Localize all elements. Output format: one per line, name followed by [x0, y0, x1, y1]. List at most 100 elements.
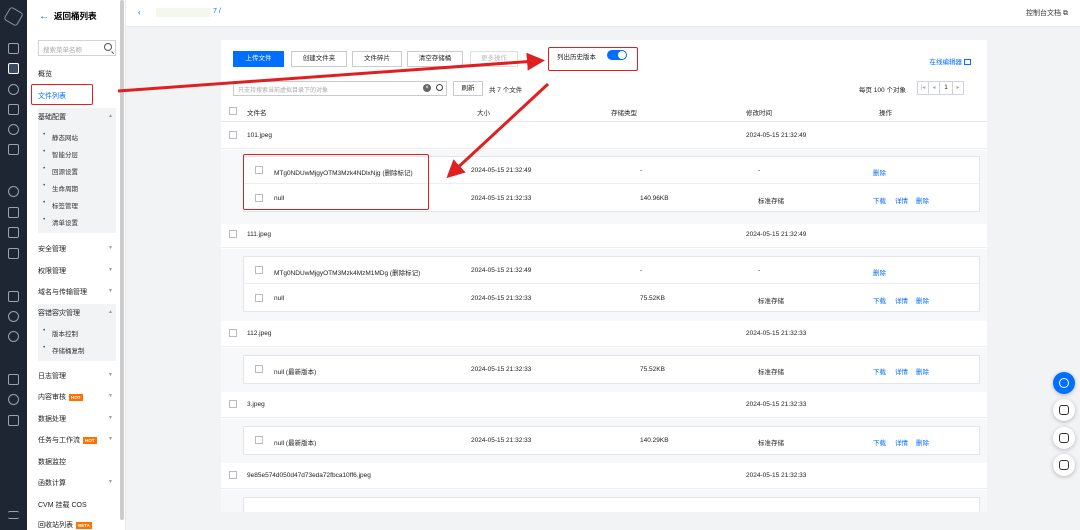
- delete-link[interactable]: 删除: [916, 437, 929, 447]
- more-actions-button[interactable]: 更多操作: [470, 51, 518, 67]
- sidebar-sub-tiering[interactable]: 智能分层: [38, 145, 116, 162]
- sidebar-sub-replication[interactable]: 存储桶复制: [38, 341, 116, 358]
- sidebar-item-cvm[interactable]: CVM 挂载 COS: [38, 500, 87, 510]
- details-link[interactable]: 详情: [895, 295, 908, 305]
- breadcrumb[interactable]: 7 /: [213, 8, 221, 15]
- row-checkbox[interactable]: [255, 436, 263, 444]
- sidebar-item-domain[interactable]: 域名与传输管理 ▼: [38, 287, 113, 297]
- details-link[interactable]: 详情: [895, 437, 908, 447]
- sidebar-item-functions[interactable]: 函数计算 ▼: [38, 478, 113, 488]
- menu-search-input[interactable]: 搜索菜单名称: [38, 40, 116, 56]
- sidebar-sub-static-site[interactable]: 静态网站: [38, 128, 116, 145]
- sidebar-item-data-monitor[interactable]: 数据监控: [38, 457, 66, 467]
- sidebar-item-overview[interactable]: 概览: [38, 69, 52, 79]
- delete-link[interactable]: 删除: [873, 167, 886, 177]
- chevron-left-icon[interactable]: ‹: [138, 8, 141, 17]
- download-link[interactable]: 下载: [873, 195, 886, 205]
- delete-link[interactable]: 删除: [873, 267, 886, 277]
- delete-link[interactable]: 删除: [916, 295, 929, 305]
- console-docs-link[interactable]: 控制台文档 ⧉: [1026, 8, 1068, 18]
- link-icon[interactable]: [8, 84, 19, 95]
- download-link[interactable]: 下载: [873, 295, 886, 305]
- sidebar-item-disaster[interactable]: 容错容灾管理 ▲: [38, 308, 113, 318]
- chevron-down-icon: ▼: [108, 245, 113, 251]
- shield-icon[interactable]: [8, 394, 19, 405]
- row-checkbox[interactable]: [255, 266, 263, 274]
- row-checkbox[interactable]: [255, 294, 263, 302]
- settings-icon[interactable]: [8, 415, 19, 426]
- sidebar-scrollbar[interactable]: [120, 0, 124, 520]
- page-number[interactable]: 1: [939, 81, 953, 95]
- globe-icon[interactable]: [8, 186, 19, 197]
- file-name[interactable]: 9e85e574d050d47d73eda72fbca10ff6.jpeg: [247, 472, 371, 479]
- clear-bucket-button[interactable]: 清空存储桶: [407, 51, 463, 67]
- next-page-button[interactable]: ▸: [952, 81, 964, 95]
- search-icon[interactable]: [436, 84, 443, 91]
- download-link[interactable]: 下载: [873, 366, 886, 376]
- sidebar-sub-inventory[interactable]: 清单设置: [38, 213, 116, 230]
- logo-icon[interactable]: [3, 6, 24, 27]
- clock-icon[interactable]: [8, 331, 19, 342]
- table-icon[interactable]: [8, 144, 19, 155]
- list-icon[interactable]: [8, 374, 19, 385]
- sidebar-item-permission[interactable]: 权限管理 ▼: [38, 266, 113, 276]
- search-icon[interactable]: [8, 311, 19, 322]
- doc-icon[interactable]: [8, 227, 19, 238]
- file-name[interactable]: 112.jpeg: [247, 330, 271, 337]
- details-link[interactable]: 详情: [895, 366, 908, 376]
- breadcrumb-bucket[interactable]: [156, 8, 211, 17]
- sidebar-sub-origin[interactable]: 回源设置: [38, 162, 116, 179]
- sidebar-sub-lifecycle[interactable]: 生命周期: [38, 179, 116, 196]
- menu-button[interactable]: [1053, 454, 1075, 476]
- sidebar-item-recycle[interactable]: 回收站列表 BETA: [38, 520, 92, 530]
- object-search-input[interactable]: 只支持搜索当前虚拟目录下的对象 ×: [233, 81, 447, 96]
- row-checkbox[interactable]: [229, 131, 237, 139]
- version-size: -: [640, 167, 643, 174]
- file-name[interactable]: 3.jpeg: [247, 401, 265, 408]
- delete-link[interactable]: 删除: [916, 195, 929, 205]
- details-link[interactable]: 详情: [895, 195, 908, 205]
- fragments-button[interactable]: 文件碎片: [352, 51, 402, 67]
- flow-icon[interactable]: [8, 207, 19, 218]
- back-to-bucket-list[interactable]: ← 返回桶列表: [39, 10, 97, 22]
- menu-icon[interactable]: [8, 511, 19, 519]
- sidebar-item-data-process[interactable]: 数据处理 ▼: [38, 414, 113, 424]
- row-checkbox[interactable]: [229, 400, 237, 408]
- sidebar-item-basic-config[interactable]: 基础配置 ▲: [38, 112, 113, 122]
- search-icon[interactable]: [104, 43, 112, 51]
- header-name[interactable]: 文件名: [247, 107, 267, 117]
- cube-icon[interactable]: [8, 291, 19, 302]
- per-page-select[interactable]: 每页 100 个对象: [859, 84, 906, 94]
- db-icon[interactable]: [8, 248, 19, 259]
- create-folder-button[interactable]: 创建文件夹: [291, 51, 347, 67]
- row-checkbox[interactable]: [229, 329, 237, 337]
- sidebar-sub-tags[interactable]: 标签管理: [38, 196, 116, 213]
- row-checkbox[interactable]: [229, 230, 237, 238]
- calendar-icon[interactable]: [8, 104, 19, 115]
- row-checkbox[interactable]: [255, 365, 263, 373]
- refresh-button[interactable]: 刷新: [453, 81, 483, 96]
- upload-button[interactable]: 上传文件: [233, 51, 284, 67]
- version-size: 140.96KB: [640, 195, 669, 202]
- sidebar-sub-versioning[interactable]: 版本控制: [38, 324, 116, 341]
- storage-icon[interactable]: [8, 63, 19, 74]
- docs-button[interactable]: [1053, 427, 1075, 449]
- disaster-label: 容错容灾管理: [38, 310, 80, 317]
- dashboard-icon[interactable]: [8, 43, 19, 54]
- sidebar-item-tasks[interactable]: 任务与工作流 HOT ▼: [38, 435, 113, 445]
- delete-link[interactable]: 删除: [916, 366, 929, 376]
- clear-icon[interactable]: ×: [423, 84, 431, 92]
- basic-config-label: 基础配置: [38, 114, 66, 121]
- sidebar-item-content-review[interactable]: 内容审核 HOT ▼: [38, 392, 113, 402]
- chart-icon[interactable]: [8, 124, 19, 135]
- sidebar-item-security[interactable]: 安全管理 ▼: [38, 244, 113, 254]
- sidebar-item-log[interactable]: 日志管理 ▼: [38, 371, 113, 381]
- download-link[interactable]: 下载: [873, 437, 886, 447]
- support-button[interactable]: [1053, 372, 1075, 394]
- cloud-button[interactable]: [1053, 399, 1075, 421]
- file-name[interactable]: 101.jpeg: [247, 132, 272, 139]
- file-name[interactable]: 111.jpeg: [247, 231, 271, 238]
- select-all-checkbox[interactable]: [229, 107, 237, 115]
- row-checkbox[interactable]: [229, 471, 237, 479]
- online-editor-link[interactable]: 在线编辑器: [930, 56, 971, 66]
